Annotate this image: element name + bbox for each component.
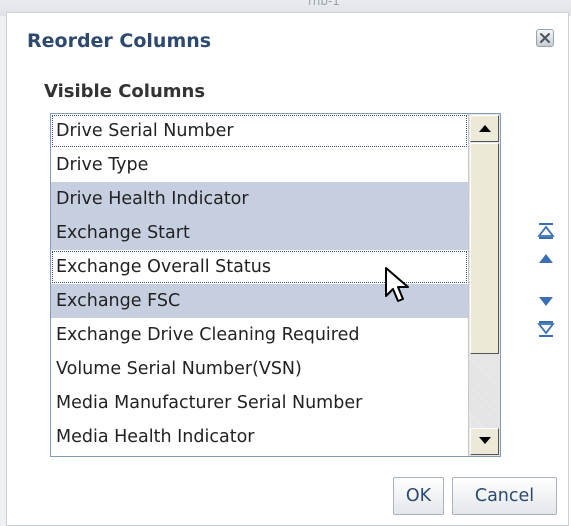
move-down-button[interactable]	[536, 293, 556, 311]
move-up-button[interactable]	[536, 249, 556, 267]
list-item-drive-serial-number[interactable]: Drive Serial Number	[51, 114, 468, 148]
mouse-pointer-icon	[385, 267, 409, 302]
move-to-bottom-icon	[537, 321, 555, 337]
list-item-volume-serial-number[interactable]: Volume Serial Number(VSN)	[51, 352, 468, 386]
visible-columns-heading: Visible Columns	[44, 81, 206, 102]
visible-columns-listbox[interactable]: Drive Serial Number Drive Type Drive Hea…	[50, 113, 501, 457]
close-x-icon	[540, 33, 550, 43]
list-item-drive-health-indicator[interactable]: Drive Health Indicator	[51, 182, 468, 216]
move-down-icon	[539, 297, 553, 306]
list-item-exchange-drive-cleaning-required[interactable]: Exchange Drive Cleaning Required	[51, 318, 468, 352]
move-controls	[536, 222, 556, 352]
move-up-icon	[539, 254, 553, 263]
scroll-up-button[interactable]	[470, 115, 499, 142]
cancel-button[interactable]: Cancel	[452, 477, 557, 515]
list-item-drive-type[interactable]: Drive Type	[51, 148, 468, 182]
ok-button[interactable]: OK	[393, 477, 444, 515]
scroll-thumb[interactable]	[470, 143, 499, 354]
move-to-bottom-button[interactable]	[536, 320, 556, 338]
close-button[interactable]	[536, 29, 554, 47]
scroll-up-arrow-icon	[479, 125, 491, 132]
list-item-exchange-start[interactable]: Exchange Start	[51, 216, 468, 250]
move-to-top-button[interactable]	[536, 222, 556, 240]
list-item-media-manufacturer-serial-number[interactable]: Media Manufacturer Serial Number	[51, 386, 468, 420]
scroll-down-arrow-icon	[479, 437, 491, 444]
list-scrollbar[interactable]	[468, 114, 500, 456]
move-to-top-icon	[537, 223, 555, 239]
dialog-title: Reorder Columns	[27, 30, 212, 52]
list-item-media-health-indicator[interactable]: Media Health Indicator	[51, 420, 468, 454]
scroll-down-button[interactable]	[470, 428, 499, 455]
background-partial-text: rnb-1	[308, 0, 340, 8]
